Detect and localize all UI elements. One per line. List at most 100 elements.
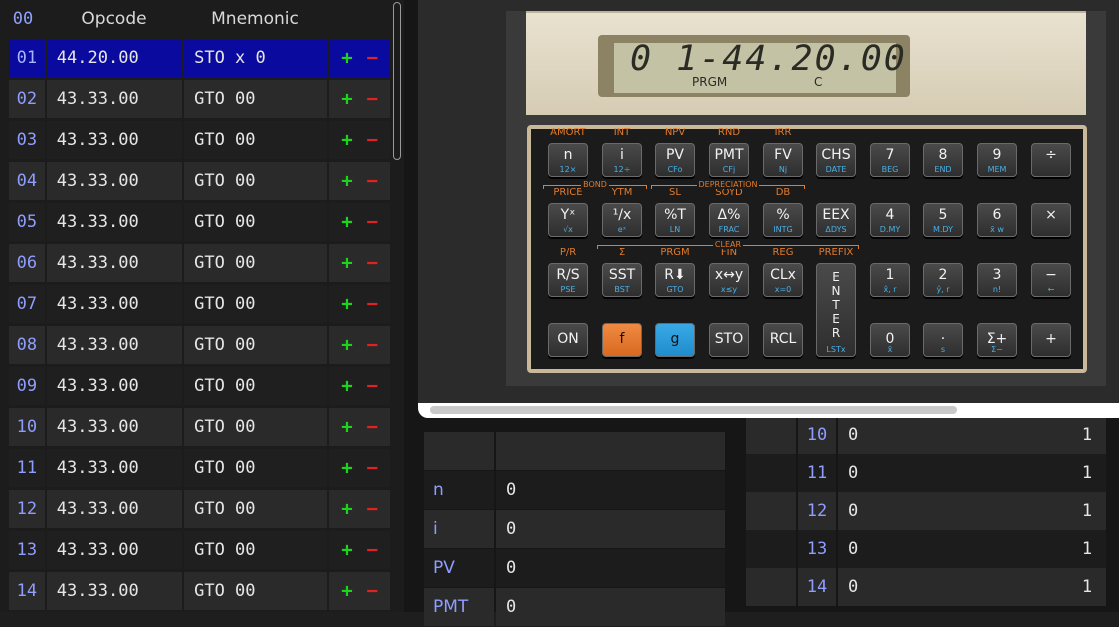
program-row[interactable]: 13 43.33.00 GTO 00 + − [9, 531, 390, 569]
insert-step-button[interactable]: + [341, 129, 352, 151]
program-row[interactable]: 03 43.33.00 GTO 00 + − [9, 121, 390, 159]
delete-step-button[interactable]: − [367, 334, 378, 356]
swap-xy-key[interactable]: x↔y x≤y [709, 263, 749, 297]
key-label: RCL [769, 331, 797, 347]
pmt-key[interactable]: PMT CFj [709, 143, 749, 177]
delete-step-button[interactable]: − [367, 416, 378, 438]
subtract-key[interactable]: − ← [1031, 263, 1071, 297]
delete-step-button[interactable]: − [367, 539, 378, 561]
power-key[interactable]: Yˣ √x [548, 203, 588, 237]
delete-step-button[interactable]: − [367, 375, 378, 397]
insert-step-button[interactable]: + [341, 580, 352, 602]
program-row[interactable]: 06 43.33.00 GTO 00 + − [9, 244, 390, 282]
clx-key[interactable]: CLx x=0 [763, 263, 803, 297]
delta-percent-key[interactable]: Δ% FRAC [709, 203, 749, 237]
fv-key[interactable]: FV Nj [763, 143, 803, 177]
enter-key[interactable]: E N T E R LSTx [816, 263, 856, 357]
eex-key[interactable]: EEX ΔDYS [816, 203, 856, 237]
f-shift-key[interactable]: f [602, 323, 642, 357]
nine-key[interactable]: 9 MEM [977, 143, 1017, 177]
insert-step-button[interactable]: + [341, 334, 352, 356]
register-value[interactable] [496, 432, 725, 470]
pv-key[interactable]: PV CFo [655, 143, 695, 177]
register-value[interactable]: 0 [496, 549, 725, 587]
program-row[interactable]: 12 43.33.00 GTO 00 + − [9, 490, 390, 528]
insert-step-button[interactable]: + [341, 170, 352, 192]
seven-key[interactable]: 7 BEG [870, 143, 910, 177]
g-shift-key[interactable]: g [655, 323, 695, 357]
n-key[interactable]: n 12× [548, 143, 588, 177]
one-key[interactable]: 1 x̂, r [870, 263, 910, 297]
sigma-plus-key[interactable]: Σ+ Σ− [977, 323, 1017, 357]
register-value[interactable]: 0 [496, 471, 725, 509]
insert-step-button[interactable]: + [341, 416, 352, 438]
storage-register-value[interactable]: 0 [838, 568, 1068, 606]
run-stop-key[interactable]: R/S PSE [548, 263, 588, 297]
register-value[interactable]: 0 [496, 588, 725, 626]
delete-step-button[interactable]: − [367, 129, 378, 151]
divide-key[interactable]: ÷ [1031, 143, 1071, 177]
program-row[interactable]: 11 43.33.00 GTO 00 + − [9, 449, 390, 487]
percent-total-key[interactable]: %T LN [655, 203, 695, 237]
insert-step-button[interactable]: + [341, 498, 352, 520]
decimal-key[interactable]: · s [923, 323, 963, 357]
key-label: EEX [822, 207, 850, 223]
program-row[interactable]: 05 43.33.00 GTO 00 + − [9, 203, 390, 241]
program-row[interactable]: 08 43.33.00 GTO 00 + − [9, 326, 390, 364]
key-label: × [1045, 207, 1057, 223]
rcl-key[interactable]: RCL [763, 323, 803, 357]
insert-step-button[interactable]: + [341, 375, 352, 397]
storage-register-value[interactable]: 0 [838, 492, 1068, 530]
reciprocal-key[interactable]: ¹/x eˣ [602, 203, 642, 237]
chs-key[interactable]: CHS DATE [816, 143, 856, 177]
multiply-key[interactable]: × [1031, 203, 1071, 237]
storage-register-value[interactable]: 0 [838, 454, 1068, 492]
four-key[interactable]: 4 D.MY [870, 203, 910, 237]
insert-step-button[interactable]: + [341, 47, 352, 69]
program-row[interactable]: 10 43.33.00 GTO 00 + − [9, 408, 390, 446]
register-name: i [424, 510, 494, 548]
program-row[interactable]: 09 43.33.00 GTO 00 + − [9, 367, 390, 405]
delete-step-button[interactable]: − [367, 211, 378, 233]
storage-register-value[interactable]: 0 [838, 416, 1068, 454]
insert-step-button[interactable]: + [341, 539, 352, 561]
six-key[interactable]: 6 x̄ w [977, 203, 1017, 237]
insert-step-button[interactable]: + [341, 252, 352, 274]
five-key[interactable]: 5 M.DY [923, 203, 963, 237]
sto-key[interactable]: STO [709, 323, 749, 357]
program-row[interactable]: 01 44.20.00 STO x 0 + − [9, 39, 390, 77]
calculator-horizontal-scrollbar[interactable] [430, 406, 957, 414]
delete-step-button[interactable]: − [367, 88, 378, 110]
program-scrollbar-thumb[interactable] [393, 2, 401, 160]
delete-step-button[interactable]: − [367, 47, 378, 69]
delete-step-button[interactable]: − [367, 580, 378, 602]
program-row[interactable]: 02 43.33.00 GTO 00 + − [9, 80, 390, 118]
zero-key[interactable]: 0 x̄ [870, 323, 910, 357]
roll-down-key[interactable]: R⬇ GTO [655, 263, 695, 297]
on-key[interactable]: ON [548, 323, 588, 357]
opcode-column-header: Opcode [81, 9, 147, 29]
add-key[interactable]: + [1031, 323, 1071, 357]
i-key[interactable]: i 12÷ [602, 143, 642, 177]
delete-step-button[interactable]: − [367, 293, 378, 315]
storage-register-number: 11 [798, 454, 836, 492]
insert-step-button[interactable]: + [341, 457, 352, 479]
insert-step-button[interactable]: + [341, 211, 352, 233]
program-mnemonic: GTO 00 [184, 367, 328, 405]
delete-step-button[interactable]: − [367, 498, 378, 520]
program-row[interactable]: 14 43.33.00 GTO 00 + − [9, 572, 390, 610]
eight-key[interactable]: 8 END [923, 143, 963, 177]
delete-step-button[interactable]: − [367, 252, 378, 274]
sst-key[interactable]: SST BST [602, 263, 642, 297]
register-value[interactable]: 0 [496, 510, 725, 548]
delete-step-button[interactable]: − [367, 170, 378, 192]
insert-step-button[interactable]: + [341, 88, 352, 110]
storage-register-value[interactable]: 0 [838, 530, 1068, 568]
program-row[interactable]: 07 43.33.00 GTO 00 + − [9, 285, 390, 323]
delete-step-button[interactable]: − [367, 457, 378, 479]
program-row[interactable]: 04 43.33.00 GTO 00 + − [9, 162, 390, 200]
insert-step-button[interactable]: + [341, 293, 352, 315]
three-key[interactable]: 3 n! [977, 263, 1017, 297]
two-key[interactable]: 2 ŷ, r [923, 263, 963, 297]
percent-key[interactable]: % INTG [763, 203, 803, 237]
